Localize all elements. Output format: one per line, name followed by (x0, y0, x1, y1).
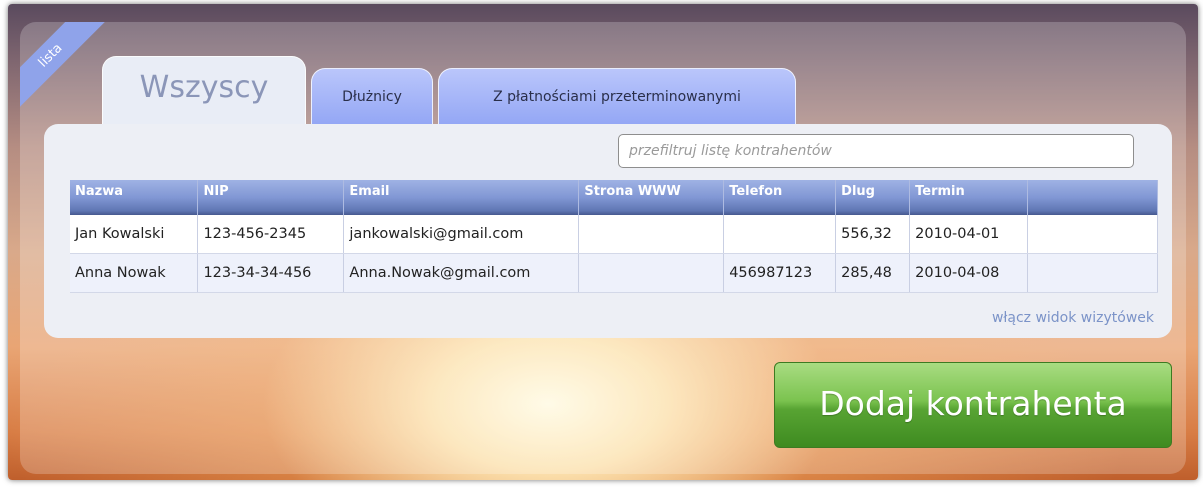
column-header-phone[interactable]: Telefon (723, 180, 837, 215)
cell-website (578, 215, 725, 254)
column-header-debt[interactable]: Dlug (835, 180, 911, 215)
cell-email: Anna.Nowak@gmail.com (343, 253, 580, 293)
tab-all-label: Wszyscy (139, 70, 269, 105)
cell-nip: 123-34-34-456 (197, 253, 345, 293)
cell-phone: 456987123 (723, 253, 837, 293)
column-header-website[interactable]: Strona WWW (578, 180, 725, 215)
table-row[interactable]: Anna Nowak 123-34-34-456 Anna.Nowak@gmai… (70, 253, 1158, 293)
cell-extra (1027, 215, 1158, 254)
cell-nip: 123-456-2345 (197, 215, 345, 254)
column-header-nip[interactable]: NIP (197, 180, 345, 215)
cell-extra (1027, 253, 1158, 293)
app-window: lista Wszyscy Dłużnicy Z płatnościami pr… (8, 4, 1198, 480)
column-header-extra (1027, 180, 1158, 215)
cell-email: jankowalski@gmail.com (343, 215, 580, 254)
column-header-name[interactable]: Nazwa (70, 180, 199, 215)
cell-phone (723, 215, 837, 254)
column-header-due-date[interactable]: Termin (909, 180, 1029, 215)
cell-due-date: 2010-04-08 (909, 253, 1029, 293)
ribbon-label: lista (20, 22, 106, 108)
card-view-toggle-link[interactable]: włącz widok wizytówek (992, 310, 1154, 326)
tab-all[interactable]: Wszyscy (102, 56, 306, 124)
column-header-email[interactable]: Email (343, 180, 580, 215)
cell-name: Jan Kowalski (70, 215, 199, 254)
cell-website (578, 253, 725, 293)
cell-debt: 556,32 (835, 215, 911, 254)
tab-debtors-label: Dłużnicy (342, 89, 402, 105)
list-panel: lista Wszyscy Dłużnicy Z płatnościami pr… (20, 22, 1186, 474)
cell-debt: 285,48 (835, 253, 911, 293)
add-contractor-button[interactable]: Dodaj kontrahenta (774, 362, 1172, 448)
contractors-table: Nazwa NIP Email Strona WWW Telefon Dlug … (70, 180, 1158, 293)
contractors-list-area: Nazwa NIP Email Strona WWW Telefon Dlug … (44, 124, 1172, 338)
list-ribbon: lista (20, 22, 106, 108)
tab-overdue-label: Z płatnościami przeterminowanymi (493, 89, 741, 105)
cell-due-date: 2010-04-01 (909, 215, 1029, 254)
cell-name: Anna Nowak (70, 253, 199, 293)
table-row[interactable]: Jan Kowalski 123-456-2345 jankowalski@gm… (70, 215, 1158, 254)
table-header-row: Nazwa NIP Email Strona WWW Telefon Dlug … (70, 180, 1158, 215)
tab-debtors[interactable]: Dłużnicy (311, 68, 433, 124)
filter-input[interactable] (618, 134, 1134, 168)
tab-overdue-payments[interactable]: Z płatnościami przeterminowanymi (438, 68, 796, 124)
